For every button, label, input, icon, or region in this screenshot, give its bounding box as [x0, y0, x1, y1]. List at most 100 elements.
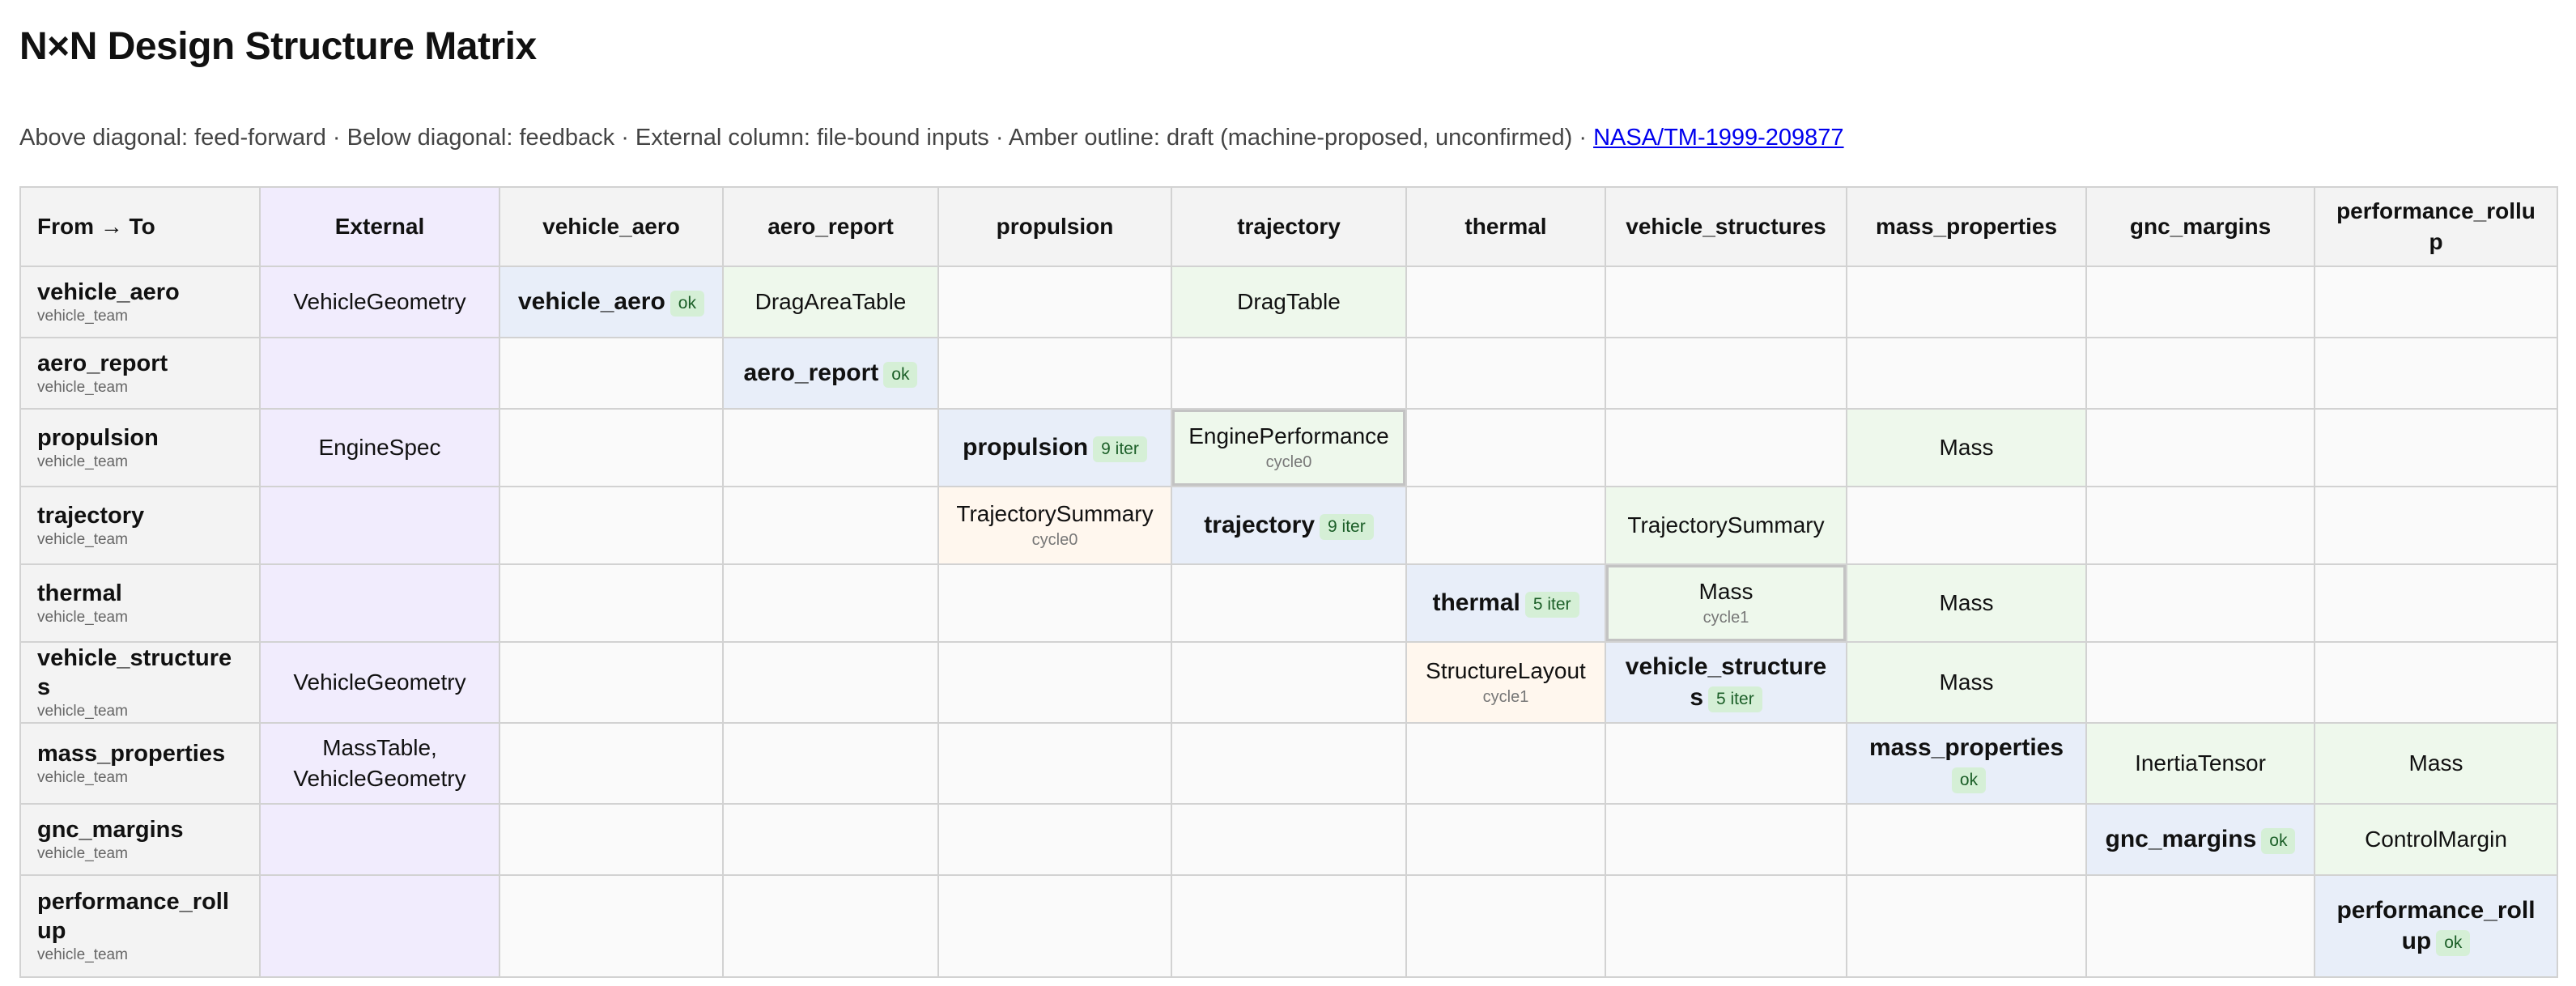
column-header-external: External	[259, 186, 500, 267]
status-badge: 9 iter	[1093, 436, 1147, 462]
feed-forward-cell[interactable]: Mass	[2314, 722, 2558, 805]
row-team: vehicle_team	[37, 946, 128, 963]
empty-cell	[722, 641, 939, 724]
status-badge: 5 iter	[1524, 591, 1579, 618]
status-badge: ok	[1951, 767, 1987, 793]
empty-cell	[499, 722, 724, 805]
diagonal-cell[interactable]: performance_rollup ok	[2314, 874, 2558, 978]
empty-cell	[499, 408, 724, 487]
empty-cell	[1846, 337, 2087, 410]
reference-link[interactable]: NASA/TM-1999-209877	[1593, 125, 1844, 151]
feed-forward-cell[interactable]: Mass	[1846, 563, 2087, 643]
empty-cell	[2314, 641, 2558, 724]
empty-cell	[937, 722, 1172, 805]
row-header: vehicle_aero vehicle_team	[19, 266, 261, 338]
cycle-label: cycle0	[1265, 453, 1312, 471]
external-input-cell: EngineSpec	[259, 408, 500, 487]
diagonal-cell[interactable]: vehicle_structures 5 iter	[1605, 641, 1847, 724]
row-header: aero_report vehicle_team	[19, 337, 261, 410]
empty-cell	[937, 874, 1172, 978]
interface-label: InertiaTensor	[2135, 750, 2266, 776]
interface-label: DragAreaTable	[755, 289, 907, 314]
empty-cell	[1405, 874, 1606, 978]
discipline-name: thermal	[1432, 589, 1520, 616]
empty-cell	[1605, 722, 1847, 805]
empty-cell	[1605, 337, 1847, 410]
empty-cell	[722, 408, 939, 487]
row-name: vehicle_structures	[37, 645, 232, 700]
empty-cell	[1405, 337, 1606, 410]
design-structure-matrix: From → To External vehicle_aero aero_repor…	[19, 186, 2558, 978]
column-header-gnc-margins: gnc_margins	[2085, 186, 2315, 267]
empty-cell	[722, 803, 939, 876]
empty-cell	[1171, 337, 1407, 410]
diagonal-cell[interactable]: gnc_margins ok	[2085, 803, 2315, 876]
status-badge: 9 iter	[1320, 513, 1374, 540]
row-name: thermal	[37, 580, 122, 606]
row-name: trajectory	[37, 503, 145, 529]
feed-forward-cell[interactable]: InertiaTensor	[2085, 722, 2315, 805]
empty-cell	[2314, 337, 2558, 410]
empty-cell	[1846, 803, 2087, 876]
interface-label: TrajectorySummary	[956, 501, 1154, 526]
feed-forward-cell[interactable]: Mass	[1846, 408, 2087, 487]
discipline-name: gnc_margins	[2105, 826, 2257, 852]
external-input-cell	[259, 803, 500, 876]
feed-forward-cell[interactable]: TrajectorySummary	[1605, 486, 1847, 565]
empty-cell	[2085, 486, 2315, 565]
feed-forward-cell[interactable]: EnginePerformance cycle0	[1171, 408, 1407, 487]
interface-label: Mass	[1939, 669, 1994, 695]
interface-label: Mass	[1939, 435, 1994, 460]
row-team: vehicle_team	[37, 308, 128, 325]
status-badge: ok	[2436, 929, 2471, 956]
column-header-mass-properties: mass_properties	[1846, 186, 2087, 267]
empty-cell	[937, 563, 1172, 643]
empty-cell	[1171, 803, 1407, 876]
status-badge: ok	[670, 290, 704, 317]
feed-forward-cell[interactable]: Mass cycle1	[1605, 563, 1847, 643]
diagonal-cell[interactable]: thermal 5 iter	[1405, 563, 1606, 643]
diagonal-cell[interactable]: trajectory 9 iter	[1171, 486, 1407, 565]
row-header: vehicle_structures vehicle_team	[19, 641, 261, 724]
row-name: gnc_margins	[37, 817, 184, 843]
discipline-name: trajectory	[1204, 512, 1316, 538]
feedback-draft-cell[interactable]: TrajectorySummary cycle0	[937, 486, 1172, 565]
diagonal-cell[interactable]: propulsion 9 iter	[937, 408, 1172, 487]
row-team: vehicle_team	[37, 453, 128, 470]
interface-label: TrajectorySummary	[1627, 512, 1825, 538]
matrix-row-thermal: thermal vehicle_team thermal 5 iter Mass cycl…	[19, 563, 2558, 643]
row-name: performance_rollup	[37, 889, 229, 944]
matrix-row-performance-rollup: performance_rollup vehicle_team performanc…	[19, 874, 2558, 978]
row-header: performance_rollup vehicle_team	[19, 874, 261, 978]
discipline-name: propulsion	[963, 434, 1089, 461]
feed-forward-cell[interactable]: ControlMargin	[2314, 803, 2558, 876]
empty-cell	[937, 337, 1172, 410]
empty-cell	[2085, 874, 2315, 978]
empty-cell	[499, 641, 724, 724]
empty-cell	[499, 874, 724, 978]
diagonal-cell[interactable]: aero_report ok	[722, 337, 939, 410]
empty-cell	[1605, 266, 1847, 338]
external-input-cell	[259, 486, 500, 565]
status-badge: 5 iter	[1708, 686, 1762, 712]
cycle-label: cycle1	[1482, 688, 1529, 706]
discipline-name: vehicle_aero	[518, 288, 665, 315]
empty-cell	[499, 486, 724, 565]
interface-label: StructureLayout	[1426, 658, 1586, 683]
row-header: propulsion vehicle_team	[19, 408, 261, 487]
column-header-aero-report: aero_report	[722, 186, 939, 267]
empty-cell	[937, 266, 1172, 338]
matrix-row-mass-properties: mass_properties vehicle_team MassTable, Ve…	[19, 722, 2558, 805]
empty-cell	[1605, 803, 1847, 876]
feed-forward-cell[interactable]: DragTable	[1171, 266, 1407, 338]
discipline-name: mass_properties	[1868, 734, 2064, 761]
feed-forward-cell[interactable]: Mass	[1846, 641, 2087, 724]
row-name: aero_report	[37, 351, 168, 376]
feedback-draft-cell[interactable]: StructureLayout cycle1	[1405, 641, 1606, 724]
diagonal-cell[interactable]: vehicle_aero ok	[499, 266, 724, 338]
page-container: N×N Design Structure Matrix Above diagon…	[0, 0, 2576, 978]
empty-cell	[499, 337, 724, 410]
diagonal-cell[interactable]: mass_propertiesok	[1846, 722, 2087, 805]
feed-forward-cell[interactable]: DragAreaTable	[722, 266, 939, 338]
matrix-row-aero-report: aero_report vehicle_team aero_report ok	[19, 337, 2558, 410]
